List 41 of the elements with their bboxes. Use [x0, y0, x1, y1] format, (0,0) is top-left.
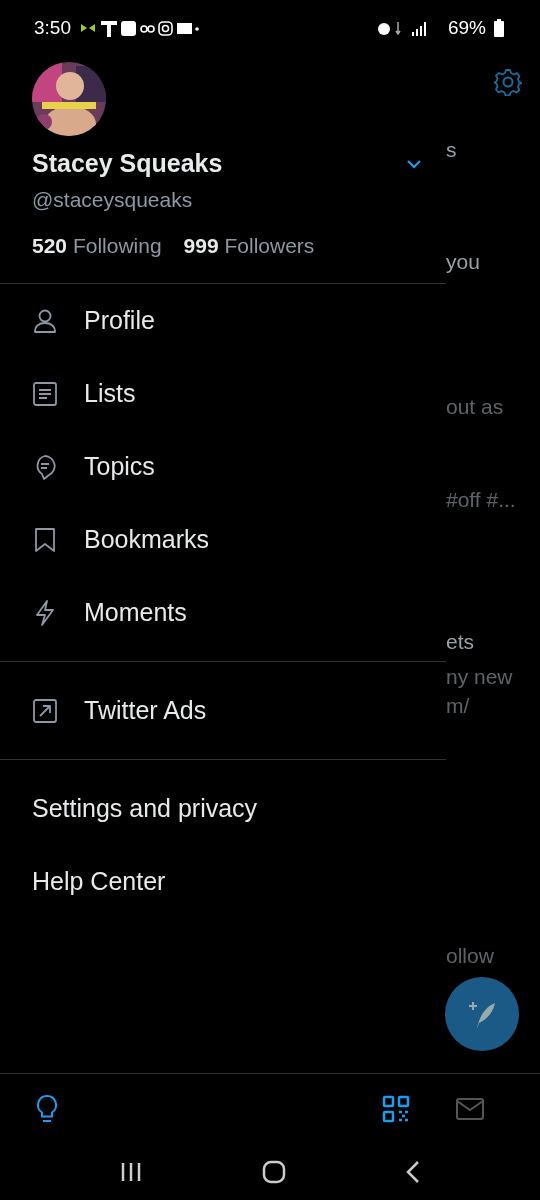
battery-percent: 69% [447, 16, 486, 39]
bowtie-icon [81, 23, 95, 32]
bookmark-icon [32, 526, 58, 553]
lightbulb-icon[interactable] [34, 1093, 60, 1124]
home-icon[interactable] [262, 1159, 286, 1184]
dot-icon [195, 26, 199, 31]
signal-icon [411, 21, 426, 36]
feed-text: #off #... [446, 487, 517, 513]
status-time: 3:50 [34, 16, 71, 39]
menu-item[interactable]: Help Center [0, 845, 446, 918]
feed-text: you [446, 249, 481, 275]
menu-item[interactable]: Twitter Ads [0, 674, 446, 747]
person-icon [32, 307, 58, 334]
feed-text: out as [446, 394, 505, 420]
menu-item[interactable]: Moments [0, 576, 446, 649]
settings-icon[interactable] [494, 68, 522, 96]
menu-item[interactable]: Bookmarks [0, 503, 446, 576]
carrier-icon [101, 20, 117, 37]
feed-text: m/ [446, 693, 471, 719]
external-link-icon [32, 697, 58, 724]
followers-link[interactable]: 999 Followers [183, 234, 315, 258]
menu-item[interactable]: Settings and privacy [0, 772, 446, 845]
battery-icon [494, 18, 504, 37]
qr-code-icon[interactable] [382, 1094, 410, 1123]
feed-text: ny new [446, 664, 514, 690]
chevron-down-icon[interactable] [406, 158, 422, 169]
menu-item[interactable]: Profile [0, 284, 446, 357]
following-link[interactable]: 520 Following [32, 234, 162, 258]
mail-icon[interactable] [456, 1097, 484, 1120]
profile-name: Stacey Squeaks [32, 149, 223, 178]
profile-handle: @staceysqueaks [32, 188, 194, 212]
menu-item[interactable]: Lists [0, 357, 446, 430]
feed-text: ollow [446, 943, 495, 969]
feed-text: ets [446, 629, 475, 655]
list-icon [32, 380, 58, 407]
menu-item[interactable]: Topics [0, 430, 446, 503]
feed-text: s [446, 137, 458, 163]
camera-icon [158, 20, 173, 36]
data-arrows-icon [395, 20, 401, 35]
back-icon[interactable] [404, 1159, 421, 1184]
voicemail-icon [140, 24, 155, 33]
